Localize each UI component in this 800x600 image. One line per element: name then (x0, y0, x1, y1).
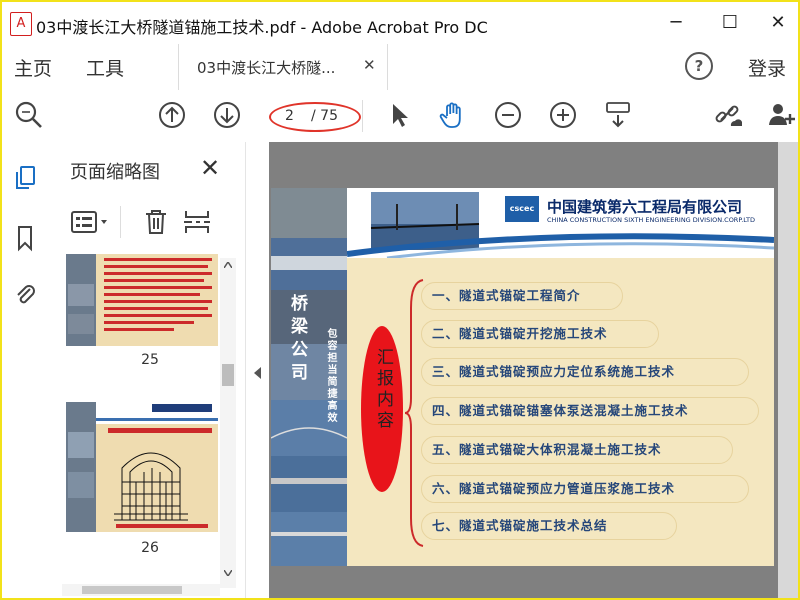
menu-tools[interactable]: 工具 (86, 54, 124, 81)
keyboard-read-icon[interactable] (603, 100, 633, 130)
scroll-up-arrow-icon[interactable] (224, 262, 232, 268)
bookmarks-icon[interactable] (12, 224, 38, 252)
agenda-item: 二、隧道式锚碇开挖施工技术 (421, 320, 659, 348)
options-menu-icon[interactable] (70, 210, 110, 234)
add-user-icon[interactable] (766, 100, 796, 130)
page-number-field[interactable]: 2 / 75 (269, 102, 361, 132)
menu-tab-bar: 主页 工具 03中渡长江大桥隧... ✕ ? 登录 (2, 44, 798, 91)
login-button[interactable]: 登录 (748, 54, 786, 81)
oval-label: 汇报内容 (373, 348, 393, 432)
page-thumbnail-25[interactable] (66, 254, 218, 346)
document-tab-label: 03中渡长江大桥隧... (197, 59, 336, 77)
pdf-page-slide: 桥梁公司 包容担当简捷高效 cscec 中国建筑第六工程局有限公司 CHINA … (271, 188, 774, 566)
document-vertical-scrollbar[interactable] (778, 142, 798, 598)
report-contents-oval: 汇报内容 (361, 326, 403, 492)
panel-splitter[interactable] (245, 142, 271, 598)
select-pointer-icon[interactable] (385, 100, 415, 130)
help-icon[interactable]: ? (685, 52, 713, 80)
company-name: 中国建筑第六工程局有限公司 (547, 198, 743, 216)
thumbnail-vertical-scrollbar[interactable] (220, 258, 236, 588)
main-toolbar: 2 / 75 (2, 90, 798, 143)
window-title: 03中渡长江大桥隧道锚施工技术.pdf - Adobe Acrobat Pro … (36, 18, 488, 37)
insert-page-icon[interactable] (182, 208, 212, 236)
agenda-item: 三、隧道式锚碇预应力定位系统施工技术 (421, 358, 749, 386)
thumbnail-page-label: 25 (141, 352, 159, 368)
agenda-item: 五、隧道式锚碇大体积混凝土施工技术 (421, 436, 733, 464)
zoom-out-icon[interactable] (493, 100, 523, 130)
search-zoom-icon[interactable] (14, 100, 44, 130)
delete-page-trash-icon[interactable] (142, 208, 170, 236)
page-thumbnails-icon[interactable] (12, 164, 38, 192)
close-window-button[interactable]: ✕ (758, 8, 798, 38)
zoom-in-icon[interactable] (548, 100, 578, 130)
minimize-button[interactable]: ─ (656, 8, 696, 38)
thumbnails-panel: 页面缩略图 ✕ 25 26 (48, 142, 245, 598)
panel-toolbar (66, 204, 236, 240)
agenda-item: 六、隧道式锚碇预应力管道压浆施工技术 (421, 475, 749, 503)
navigation-rail (2, 142, 49, 598)
page-thumbnail-26[interactable] (66, 402, 218, 532)
acrobat-app-icon: A (10, 12, 32, 36)
next-page-icon[interactable] (212, 100, 242, 130)
slide-left-title: 桥梁公司 (287, 294, 307, 386)
document-tab-close-button[interactable]: ✕ (363, 56, 376, 74)
slide-header-banner: cscec 中国建筑第六工程局有限公司 CHINA CONSTRUCTION S… (347, 188, 774, 258)
collapse-panel-arrow-icon[interactable] (254, 367, 261, 379)
title-bar: A 03中渡长江大桥隧道锚施工技术.pdf - Adobe Acrobat Pr… (2, 2, 798, 44)
current-page-input[interactable]: 2 (285, 108, 294, 124)
total-pages-label: / 75 (311, 108, 338, 124)
panel-close-button[interactable]: ✕ (200, 154, 220, 182)
agenda-item: 一、隧道式锚碇工程简介 (421, 282, 623, 310)
document-tab[interactable]: 03中渡长江大桥隧... ✕ (178, 44, 388, 90)
thumbnail-hscroll-thumb[interactable] (82, 586, 182, 594)
menu-home[interactable]: 主页 (14, 54, 52, 81)
thumbnail-horizontal-scrollbar[interactable] (62, 584, 220, 596)
scroll-down-arrow-icon[interactable] (224, 570, 232, 576)
maximize-button[interactable]: ☐ (710, 8, 750, 38)
thumbnail-list: 25 26 (62, 254, 220, 584)
slide-left-subtitle: 包容担当简捷高效 (325, 328, 336, 424)
previous-page-icon[interactable] (157, 100, 187, 130)
toolbar-divider (362, 100, 363, 132)
panel-title: 页面缩略图 (70, 162, 160, 183)
agenda-item: 七、隧道式锚碇施工技术总结 (421, 512, 677, 540)
slide-left-photo-strip: 桥梁公司 包容担当简捷高效 (271, 188, 347, 566)
attachments-paperclip-icon[interactable] (12, 280, 38, 308)
panel-toolbar-divider (120, 206, 121, 238)
document-view: 桥梁公司 包容担当简捷高效 cscec 中国建筑第六工程局有限公司 CHINA … (269, 142, 798, 598)
hand-tool-icon[interactable] (438, 100, 468, 130)
thumbnail-page-label: 26 (141, 540, 159, 556)
thumbnail-scroll-thumb[interactable] (222, 364, 234, 386)
company-name-english: CHINA CONSTRUCTION SIXTH ENGINEERING DIV… (547, 216, 755, 224)
cscec-logo: cscec (505, 196, 539, 222)
share-link-icon[interactable] (713, 100, 743, 130)
agenda-item: 四、隧道式锚碇锚塞体泵送混凝土施工技术 (421, 397, 759, 425)
